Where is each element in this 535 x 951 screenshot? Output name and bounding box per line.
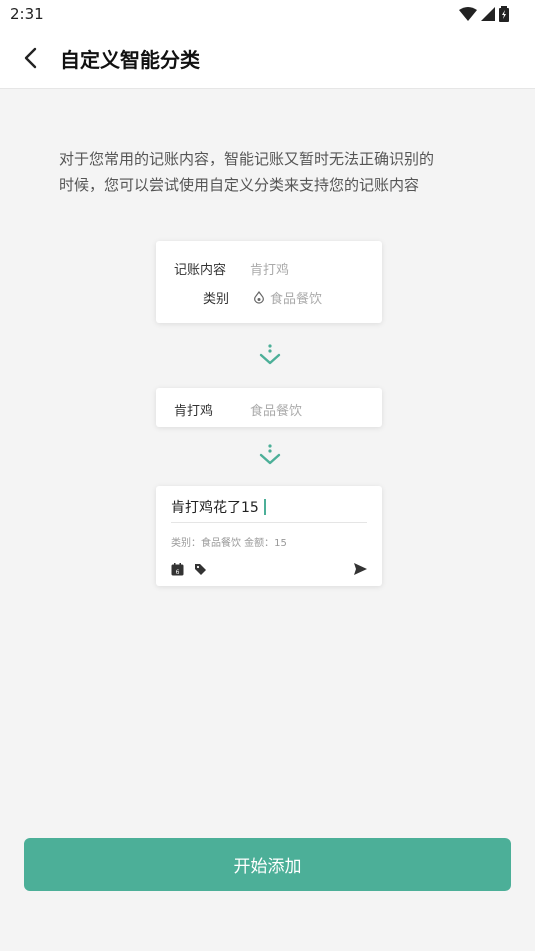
status-time: 2:31 [10, 5, 44, 23]
app-header: 自定义智能分类 [0, 28, 535, 89]
intro-line-2: 时候，您可以尝试使用自定义分类来支持您的记账内容 [59, 176, 420, 194]
input-divider [171, 522, 367, 523]
category-label: 类别 [203, 292, 230, 307]
page-title: 自定义智能分类 [60, 48, 200, 72]
content-value: 肯打鸡 [250, 263, 290, 278]
intro-text: 对于您常用的记账内容，智能记账又暂时无法正确识别的 时候，您可以尝试使用自定义分… [59, 146, 484, 198]
content-label: 记账内容 [174, 263, 227, 278]
calendar-day: 6 [176, 569, 180, 576]
start-add-button[interactable]: 开始添加 [24, 838, 511, 891]
calendar-icon: 6 [171, 563, 184, 576]
rule-keyword: 肯打鸡 [174, 404, 214, 419]
smart-input-text: 肯打鸡花了15 [171, 500, 259, 516]
input-toolbar: 6 [171, 563, 207, 576]
example-record-card: 记账内容 肯打鸡 类别 食品餐饮 [156, 241, 382, 323]
category-value: 食品餐饮 [270, 292, 323, 307]
food-category-icon [254, 291, 264, 304]
back-button[interactable] [18, 44, 46, 72]
wifi-icon [459, 7, 477, 21]
smart-input-card: 肯打鸡花了15 类别：食品餐饮 金额：15 6 [156, 486, 382, 586]
smart-input: 肯打鸡花了15 [171, 497, 266, 517]
arrow-down-icon [259, 444, 281, 465]
text-cursor [263, 499, 266, 515]
battery-icon [499, 6, 509, 22]
custom-rule-card: 肯打鸡 食品餐饮 [156, 388, 382, 427]
tag-icon [195, 564, 206, 575]
intro-line-1: 对于您常用的记账内容，智能记账又暂时无法正确识别的 [59, 150, 435, 168]
status-icons [459, 6, 509, 22]
rule-category: 食品餐饮 [250, 404, 303, 419]
parsed-meta: 类别：食品餐饮 金额：15 [171, 538, 287, 549]
status-bar: 2:31 [0, 0, 535, 28]
send-icon [354, 563, 367, 575]
arrow-down-icon [259, 344, 281, 365]
chevron-left-icon [24, 47, 37, 69]
signal-icon [481, 7, 495, 21]
